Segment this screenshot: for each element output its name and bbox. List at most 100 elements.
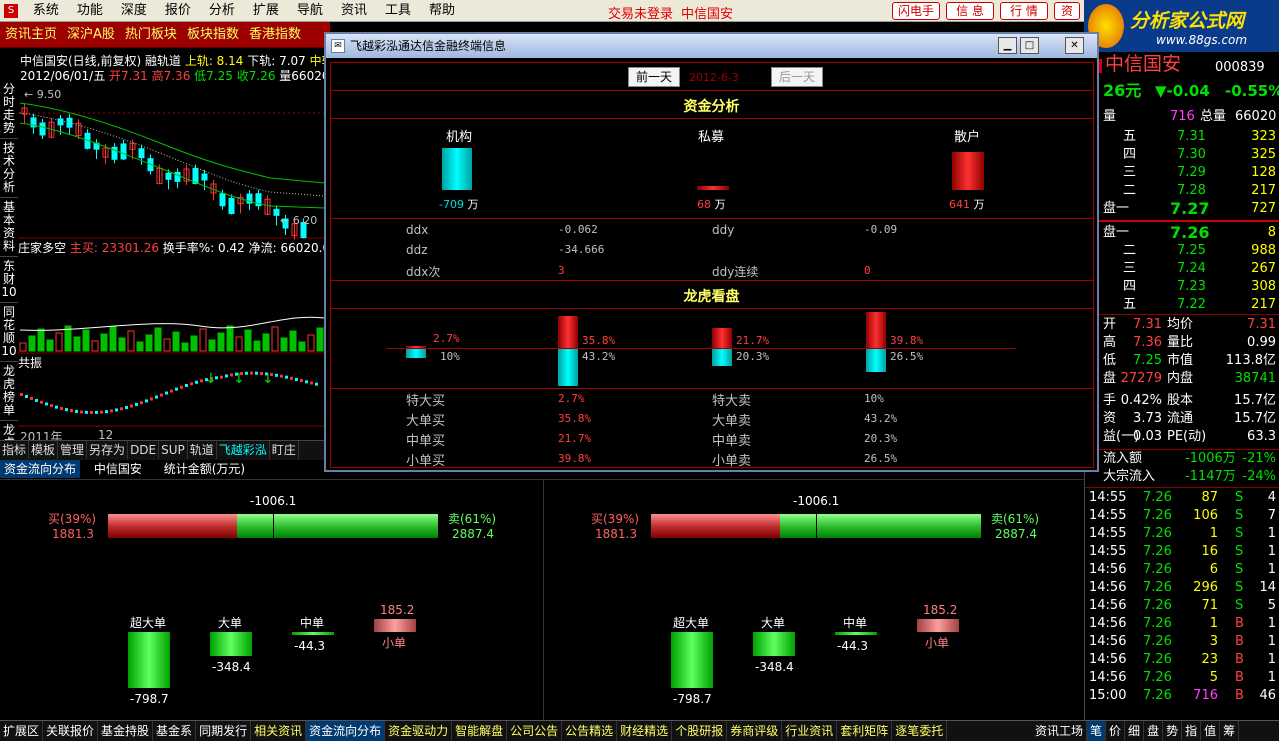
nav-tab-4[interactable]: 香港指数: [244, 22, 306, 48]
left-tab-5[interactable]: 龙虎榜单: [0, 362, 18, 421]
chart-tab-8[interactable]: 盯庄: [270, 441, 299, 459]
resonance-dot: [135, 402, 138, 406]
status-tab-6[interactable]: 财经精选: [617, 721, 673, 741]
status-right-0[interactable]: 资讯工场: [1032, 721, 1088, 741]
dragon-tiger-title: 龙虎看盘: [683, 289, 740, 305]
login-status[interactable]: 交易未登录: [608, 3, 673, 22]
resonance-dot: [120, 407, 123, 411]
info-popup-window: ✉ 飞越彩泓通达信金融终端信息 ▁ □ ✕ 前一天 2012-6-3 后一天 资…: [324, 32, 1099, 472]
menu-item-7[interactable]: 资讯: [332, 0, 376, 22]
status-left-1[interactable]: 关联报价: [43, 721, 99, 741]
bid-row-0[interactable]: 盘一 7.26 8: [1085, 224, 1279, 242]
chart-tab-6[interactable]: 轨道: [188, 441, 217, 459]
status-tab-7[interactable]: 个股研报: [672, 721, 728, 741]
status-right-1[interactable]: 笔: [1087, 721, 1107, 741]
ask-row-3[interactable]: 二 7.28 217: [1085, 182, 1279, 200]
ddx-value: -0.062: [558, 223, 598, 236]
nav-tab-2[interactable]: 热门板块: [120, 22, 182, 48]
status-right-8[interactable]: 筹: [1220, 721, 1240, 741]
menu-item-0[interactable]: 系统: [24, 0, 68, 22]
bid-row-3[interactable]: 四 7.23 308: [1085, 278, 1279, 296]
left-tab-4[interactable]: 同花顺10: [0, 303, 18, 362]
info-button[interactable]: 信 息: [946, 2, 994, 20]
ask-row-1[interactable]: 四 7.30 325: [1085, 146, 1279, 164]
group-retail-name: 散户: [954, 130, 981, 145]
next-day-button[interactable]: 后一天: [771, 67, 823, 87]
menu-item-8[interactable]: 工具: [376, 0, 420, 22]
status-right-3[interactable]: 细: [1125, 721, 1145, 741]
status-right-2[interactable]: 价: [1106, 721, 1126, 741]
status-left-4[interactable]: 同期发行: [196, 721, 252, 741]
volume-bar: [163, 338, 171, 352]
quote-button[interactable]: 行 情: [1000, 2, 1048, 20]
flash-trade-button[interactable]: 闪电手: [892, 2, 940, 20]
status-right-6[interactable]: 指: [1182, 721, 1202, 741]
prev-day-button[interactable]: 前一天: [628, 67, 680, 87]
left-tab-1[interactable]: 技术分析: [0, 139, 18, 198]
minimize-button[interactable]: ▁: [998, 37, 1017, 54]
menu-item-3[interactable]: 报价: [156, 0, 200, 22]
chart-tab-1[interactable]: 模板: [29, 441, 59, 459]
nav-tab-1[interactable]: 深沪A股: [62, 22, 120, 48]
menu-item-6[interactable]: 导航: [288, 0, 332, 22]
status-tab-4[interactable]: 公司公告: [507, 721, 563, 741]
chart-tab-5[interactable]: SUP: [159, 441, 188, 459]
resonance-dot: [90, 410, 93, 414]
status-tab-3[interactable]: 智能解盘: [452, 721, 508, 741]
nav-tab-3[interactable]: 板块指数: [182, 22, 244, 48]
buy-type-value: 21.7%: [558, 432, 592, 445]
status-left-0[interactable]: 扩展区: [0, 721, 44, 741]
status-tab-2[interactable]: 资金驱动力: [385, 721, 453, 741]
status-tab-11[interactable]: 逐笔委托: [892, 721, 948, 741]
maximize-button[interactable]: □: [1020, 37, 1039, 54]
chart-tab-2[interactable]: 管理: [58, 441, 88, 459]
stat-row-5: 资 3.73 流通 15.7亿: [1103, 411, 1276, 426]
bid-row-4[interactable]: 五 7.22 217: [1085, 296, 1279, 314]
resonance-dot: [225, 374, 228, 378]
left-tab-2[interactable]: 基本资料: [0, 198, 18, 257]
bid-row-2[interactable]: 三 7.24 267: [1085, 260, 1279, 278]
status-right-7[interactable]: 值: [1201, 721, 1221, 741]
volume-bar: [28, 335, 36, 352]
flow-tab[interactable]: 资金流向分布: [0, 460, 81, 478]
left-tab-3[interactable]: 东财10: [0, 257, 18, 303]
menu-item-1[interactable]: 功能: [68, 0, 112, 22]
app-logo-icon: S: [4, 4, 18, 18]
status-left-3[interactable]: 基金系: [153, 721, 197, 741]
status-tab-5[interactable]: 公告精选: [562, 721, 618, 741]
resonance-dot: [195, 380, 198, 384]
chart-tab-4[interactable]: DDE: [128, 441, 160, 459]
status-left-2[interactable]: 基金持股: [98, 721, 154, 741]
divider: [330, 118, 1094, 119]
chart-tab-3[interactable]: 另存为: [87, 441, 129, 459]
status-tab-1[interactable]: 资金流向分布: [306, 721, 386, 741]
broker-name[interactable]: 中信国安: [681, 3, 733, 22]
ad-banner[interactable]: 分析家公式网 www.88gs.com: [1084, 0, 1279, 52]
menu-item-4[interactable]: 分析: [200, 0, 244, 22]
status-tab-9[interactable]: 行业资讯: [782, 721, 838, 741]
ask-row-4[interactable]: 盘一 7.27 727: [1085, 200, 1279, 218]
left-tab-0[interactable]: 分时走势: [0, 80, 18, 139]
capital-button[interactable]: 资: [1054, 2, 1080, 20]
nav-tab-0[interactable]: 资讯主页: [0, 22, 62, 48]
chart-tab-0[interactable]: 指标: [0, 441, 30, 459]
flow-chart-left: -1006.1 买(39%) 1881.3 卖(61%) 2887.4 超大单 -798.7…: [0, 480, 543, 720]
ask-row-0[interactable]: 五 7.31 323: [1085, 128, 1279, 146]
menu-item-2[interactable]: 深度: [112, 0, 156, 22]
status-right-4[interactable]: 盘: [1144, 721, 1164, 741]
status-tab-8[interactable]: 券商评级: [727, 721, 783, 741]
status-tab-10[interactable]: 套利矩阵: [837, 721, 893, 741]
bid-row-1[interactable]: 二 7.25 988: [1085, 242, 1279, 260]
menu-item-9[interactable]: 帮助: [420, 0, 464, 22]
ask-row-2[interactable]: 三 7.29 128: [1085, 164, 1279, 182]
popup-titlebar[interactable]: ✉ 飞越彩泓通达信金融终端信息 ▁ □ ✕: [326, 34, 1097, 58]
status-right-5[interactable]: 势: [1163, 721, 1183, 741]
status-tab-0[interactable]: 相关资讯: [251, 721, 307, 741]
price-change-pct: -0.55%: [1225, 82, 1279, 100]
chart-tab-7[interactable]: 飞越彩泓: [217, 441, 270, 459]
kline-chart-area[interactable]: ↓ ↓ ↓ 中信国安(日线,前复权) 融轨道 上轨: 8.14 下轨: 7.07…: [0, 48, 325, 478]
flow-bar-value: 185.2: [923, 603, 958, 618]
menu-item-5[interactable]: 扩展: [244, 0, 288, 22]
close-button[interactable]: ✕: [1065, 37, 1084, 54]
flow-bar-label: 大单: [218, 616, 243, 630]
